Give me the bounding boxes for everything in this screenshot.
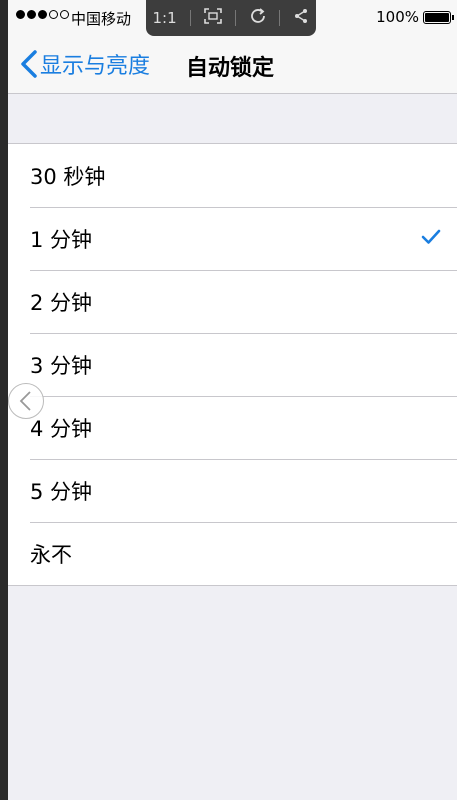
- toolbar-divider: [189, 10, 191, 26]
- option-label: 2 分钟: [30, 290, 93, 315]
- battery-icon: [423, 11, 454, 24]
- auto-lock-options-list: 30 秒钟 1 分钟 2 分钟 3 分钟 4 分钟 5 分钟 永不: [8, 143, 457, 586]
- option-label: 永不: [30, 542, 72, 567]
- option-label: 3 分钟: [30, 353, 93, 378]
- option-label: 4 分钟: [30, 416, 93, 441]
- back-button-label: 显示与亮度: [40, 54, 151, 79]
- chevron-left-icon: [19, 391, 31, 411]
- carrier-name: 中国移动: [71, 10, 132, 28]
- option-row-5-minutes[interactable]: 5 分钟: [8, 459, 457, 522]
- share-icon[interactable]: [293, 8, 309, 28]
- battery-percentage: 100%: [376, 8, 419, 26]
- option-row-2-minutes[interactable]: 2 分钟: [8, 270, 457, 333]
- chevron-left-icon: [21, 50, 37, 78]
- option-label: 30 秒钟: [30, 164, 106, 189]
- side-collapse-handle[interactable]: [8, 383, 44, 419]
- option-row-3-minutes[interactable]: 3 分钟: [8, 333, 457, 396]
- checkmark-icon: [421, 229, 441, 244]
- page-title: 自动锁定: [186, 56, 275, 81]
- option-label: 1 分钟: [30, 227, 93, 252]
- option-row-never[interactable]: 永不: [8, 522, 457, 585]
- option-row-1-minute[interactable]: 1 分钟: [8, 207, 457, 270]
- screen-mirror-toolbar: 1:1: [146, 0, 316, 36]
- signal-strength-icon: [16, 10, 69, 19]
- toolbar-divider: [279, 10, 281, 26]
- back-button[interactable]: 显示与亮度: [18, 48, 150, 80]
- navigation-bar: 显示与亮度 自动锁定: [8, 36, 457, 94]
- fit-screen-icon[interactable]: [203, 8, 222, 28]
- option-label: 5 分钟: [30, 479, 93, 504]
- option-row-4-minutes[interactable]: 4 分钟: [8, 396, 457, 459]
- rotate-icon[interactable]: [249, 7, 267, 29]
- toolbar-divider: [234, 10, 236, 26]
- phone-screen: 中国移动 100% 1:1 显示与亮度 自动锁定 30 秒钟 1 分钟 2 分钟…: [8, 0, 457, 800]
- ratio-button[interactable]: 1:1: [152, 9, 176, 27]
- option-row-30-seconds[interactable]: 30 秒钟: [8, 144, 457, 207]
